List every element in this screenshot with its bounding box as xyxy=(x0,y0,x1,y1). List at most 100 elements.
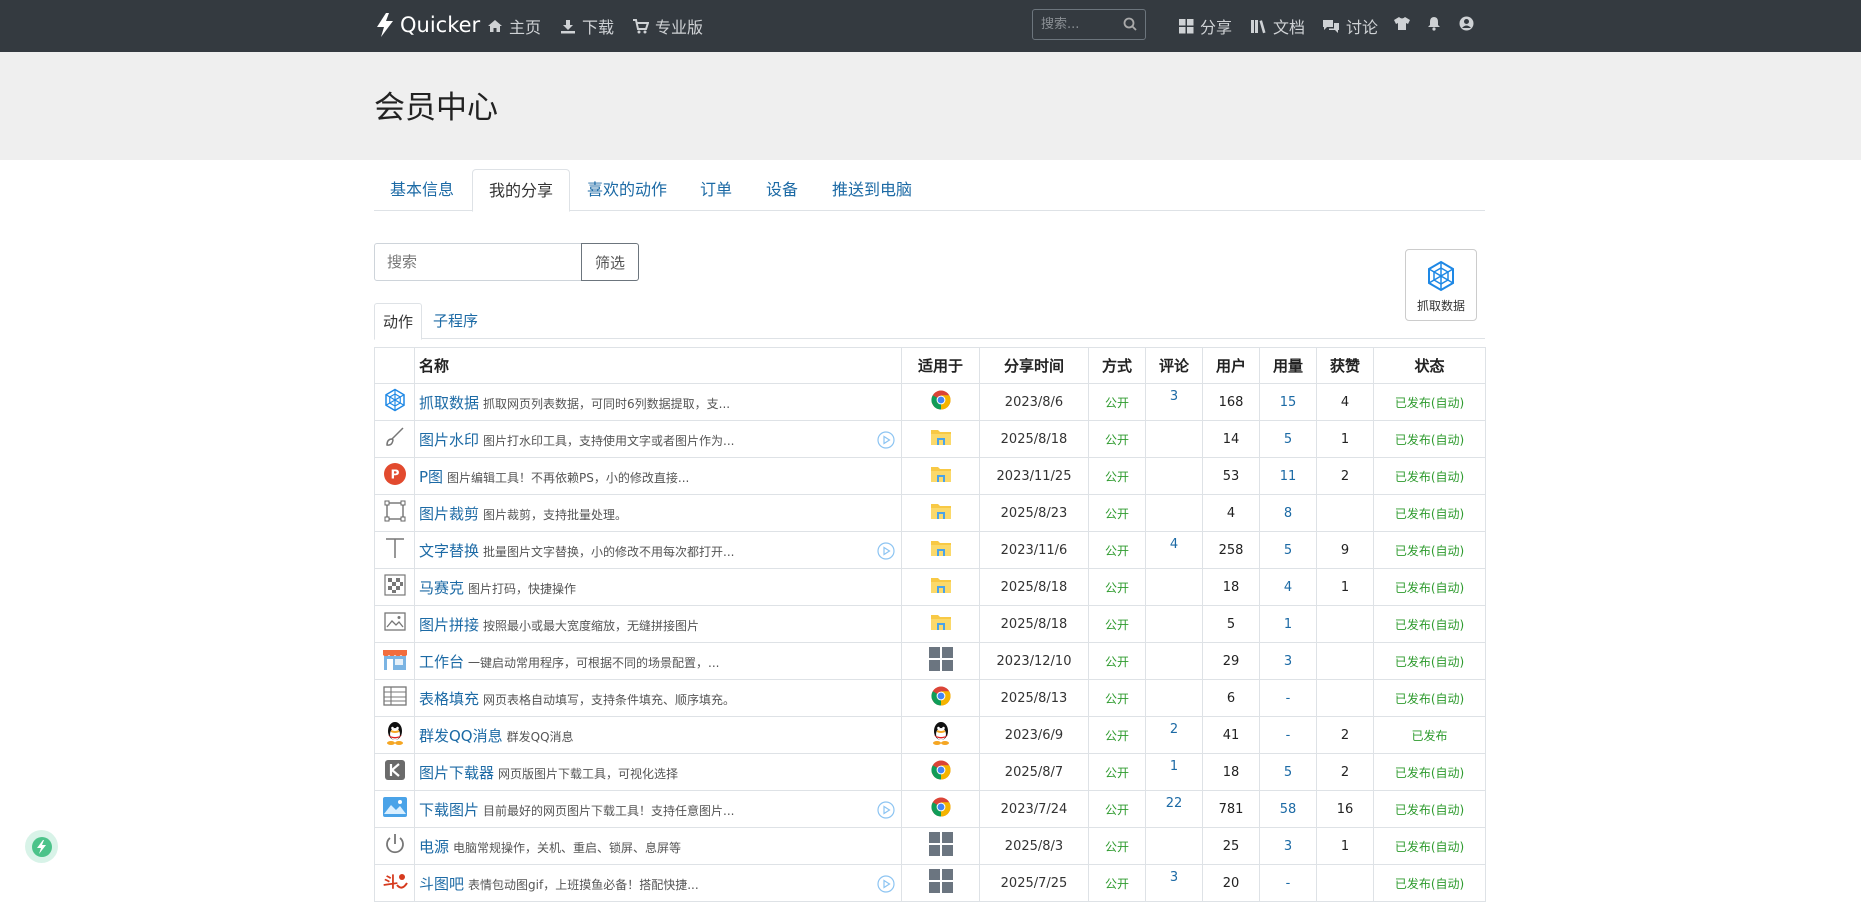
quicker-bolt-icon xyxy=(377,13,393,37)
comments-count[interactable]: 3 xyxy=(1145,864,1203,902)
play-video-icon[interactable] xyxy=(877,801,895,823)
search-icon[interactable] xyxy=(1123,17,1137,31)
comments-count[interactable] xyxy=(1145,457,1203,495)
action-name-link[interactable]: 马赛克 xyxy=(419,579,464,597)
action-name-link[interactable]: 图片下载器 xyxy=(419,764,494,782)
books-icon xyxy=(1251,19,1266,33)
action-name-link[interactable]: 图片裁剪 xyxy=(419,505,479,523)
table-row[interactable]: 斗斗图吧 表情包动图gif，上班摸鱼必备！搭配快捷... 2025/7/25 公开 3 2… xyxy=(374,864,1486,902)
table-row[interactable]: 文字替换 批量图片文字替换，小的修改不用每次都打开... 2023/11/6 公开 4 2… xyxy=(374,531,1486,569)
filter-button[interactable]: 筛选 xyxy=(581,243,639,281)
comments-count[interactable] xyxy=(1145,679,1203,717)
action-name-link[interactable]: 下载图片 xyxy=(419,801,479,819)
nav-home-link[interactable]: 主页 xyxy=(487,14,541,38)
table-row[interactable]: 图片拼接 按照最小或最大宽度缩放，无缝拼接图片 2025/8/18 公开 5 1 已发布(自… xyxy=(374,605,1486,643)
usage-count[interactable]: - xyxy=(1259,864,1317,902)
brand-logo[interactable]: Quicker xyxy=(374,12,480,38)
usage-count[interactable]: 11 xyxy=(1259,457,1317,495)
table-row[interactable]: 电源 电脑常规操作，关机、重启、锁屏、息屏等 2025/8/3 公开 25 3 1 已发布(自… xyxy=(374,827,1486,865)
action-name-link[interactable]: 图片水印 xyxy=(419,431,479,449)
comments-count[interactable] xyxy=(1145,420,1203,458)
table-row[interactable]: 图片水印 图片打水印工具，支持使用文字或者图片作为... 2025/8/18 公开 14… xyxy=(374,420,1486,458)
nav-share-link[interactable]: 分享 xyxy=(1179,14,1232,38)
col-header-status[interactable]: 状态 xyxy=(1373,347,1486,384)
search-input[interactable] xyxy=(374,243,582,281)
col-header-name[interactable]: 名称 xyxy=(414,347,902,384)
col-header-app[interactable]: 适用于 xyxy=(901,347,980,384)
table-row[interactable]: 抓取数据 抓取网页列表数据，可同时6列数据提取，支... 2023/8/6 公开 3 16… xyxy=(374,383,1486,421)
usage-count[interactable]: 1 xyxy=(1259,605,1317,643)
tshirt-link[interactable] xyxy=(1393,16,1411,31)
comments-count[interactable]: 1 xyxy=(1145,753,1203,791)
table-row[interactable]: 下载图片 目前最好的网页图片下载工具！支持任意图片... 2023/7/24 公开 22… xyxy=(374,790,1486,828)
nav-discuss-link[interactable]: 讨论 xyxy=(1322,14,1378,38)
col-header-date[interactable]: 分享时间 xyxy=(979,347,1089,384)
col-header-comments[interactable]: 评论 xyxy=(1145,347,1203,384)
share-mode: 公开 xyxy=(1088,494,1146,532)
comments-count[interactable] xyxy=(1145,605,1203,643)
comments-count[interactable] xyxy=(1145,642,1203,680)
users-count: 258 xyxy=(1202,531,1260,569)
comments-count[interactable] xyxy=(1145,827,1203,865)
action-name-link[interactable]: 群发QQ消息 xyxy=(419,727,503,745)
usage-count[interactable]: 3 xyxy=(1259,827,1317,865)
tab-orders[interactable]: 订单 xyxy=(684,169,748,211)
action-name-link[interactable]: 表格填充 xyxy=(419,690,479,708)
table-row[interactable]: 图片裁剪 图片裁剪，支持批量处理。 2025/8/23 公开 4 8 已发布(自动) xyxy=(374,494,1486,532)
table-row[interactable]: P P图 图片编辑工具！不再依赖PS，小的修改直接... 2023/11/25 公开 53… xyxy=(374,457,1486,495)
usage-count[interactable]: 8 xyxy=(1259,494,1317,532)
notifications-link[interactable] xyxy=(1427,16,1441,31)
tab-devices[interactable]: 设备 xyxy=(750,169,814,211)
usage-count[interactable]: 58 xyxy=(1259,790,1317,828)
comments-count[interactable] xyxy=(1145,494,1203,532)
usage-count[interactable]: 3 xyxy=(1259,642,1317,680)
table-row[interactable]: 图片下载器 网页版图片下载工具，可视化选择 2025/8/7 公开 1 18 5 2 已发布(自… xyxy=(374,753,1486,791)
users-count: 18 xyxy=(1202,753,1260,791)
comments-count[interactable]: 22 xyxy=(1145,790,1203,828)
tab-push-to-pc[interactable]: 推送到电脑 xyxy=(816,169,928,211)
usage-count[interactable]: - xyxy=(1259,679,1317,717)
col-header-mode[interactable]: 方式 xyxy=(1088,347,1146,384)
subtab-actions[interactable]: 动作 xyxy=(374,303,423,340)
col-header-users[interactable]: 用户 xyxy=(1202,347,1260,384)
action-name-link[interactable]: P图 xyxy=(419,468,443,486)
table-row[interactable]: 马赛克 图片打码，快捷操作 2025/8/18 公开 18 4 1 已发布(自动) xyxy=(374,568,1486,606)
usage-count[interactable]: 4 xyxy=(1259,568,1317,606)
likes-count xyxy=(1316,679,1374,717)
share-mode: 公开 xyxy=(1088,642,1146,680)
tab-my-shares[interactable]: 我的分享 xyxy=(472,169,571,212)
col-header-usage[interactable]: 用量 xyxy=(1259,347,1317,384)
subtab-subprograms[interactable]: 子程序 xyxy=(425,303,486,339)
comments-count[interactable]: 2 xyxy=(1145,716,1203,754)
floating-quicker-button[interactable] xyxy=(25,830,58,863)
table-row[interactable]: 表格填充 网页表格自动填写，支持条件填充、顺序填充。 2025/8/13 公开 6- 已发… xyxy=(374,679,1486,717)
nav-search-input[interactable] xyxy=(1033,10,1117,39)
usage-count[interactable]: 5 xyxy=(1259,753,1317,791)
play-video-icon[interactable] xyxy=(877,875,895,897)
nav-docs-link[interactable]: 文档 xyxy=(1250,14,1305,38)
play-video-icon[interactable] xyxy=(877,542,895,564)
user-menu[interactable] xyxy=(1459,16,1474,31)
action-name-link[interactable]: 抓取数据 xyxy=(419,394,479,412)
col-header-likes[interactable]: 获赞 xyxy=(1316,347,1374,384)
table-row[interactable]: 工作台 一键启动常用程序，可根据不同的场景配置，... 2023/12/10 公开 29… xyxy=(374,642,1486,680)
comments-count[interactable]: 4 xyxy=(1145,531,1203,569)
action-name-link[interactable]: 工作台 xyxy=(419,653,464,671)
action-name-cell: 抓取数据 抓取网页列表数据，可同时6列数据提取，支... xyxy=(414,383,902,421)
usage-count[interactable]: - xyxy=(1259,716,1317,754)
usage-count[interactable]: 15 xyxy=(1259,383,1317,421)
tab-basic-info[interactable]: 基本信息 xyxy=(374,169,470,211)
action-name-link[interactable]: 图片拼接 xyxy=(419,616,479,634)
table-row[interactable]: 群发QQ消息 群发QQ消息 2023/6/9 公开 2 41-2 已发布 xyxy=(374,716,1486,754)
usage-count[interactable]: 5 xyxy=(1259,420,1317,458)
nav-pro-link[interactable]: 专业版 xyxy=(632,14,703,38)
action-name-link[interactable]: 电源 xyxy=(419,838,449,856)
usage-count[interactable]: 5 xyxy=(1259,531,1317,569)
action-name-link[interactable]: 文字替换 xyxy=(419,542,479,560)
play-video-icon[interactable] xyxy=(877,431,895,453)
tab-favorite-actions[interactable]: 喜欢的动作 xyxy=(571,169,683,211)
comments-count[interactable] xyxy=(1145,568,1203,606)
nav-download-link[interactable]: 下载 xyxy=(560,14,614,38)
comments-count[interactable]: 3 xyxy=(1145,383,1203,421)
action-name-link[interactable]: 斗图吧 xyxy=(419,875,464,893)
